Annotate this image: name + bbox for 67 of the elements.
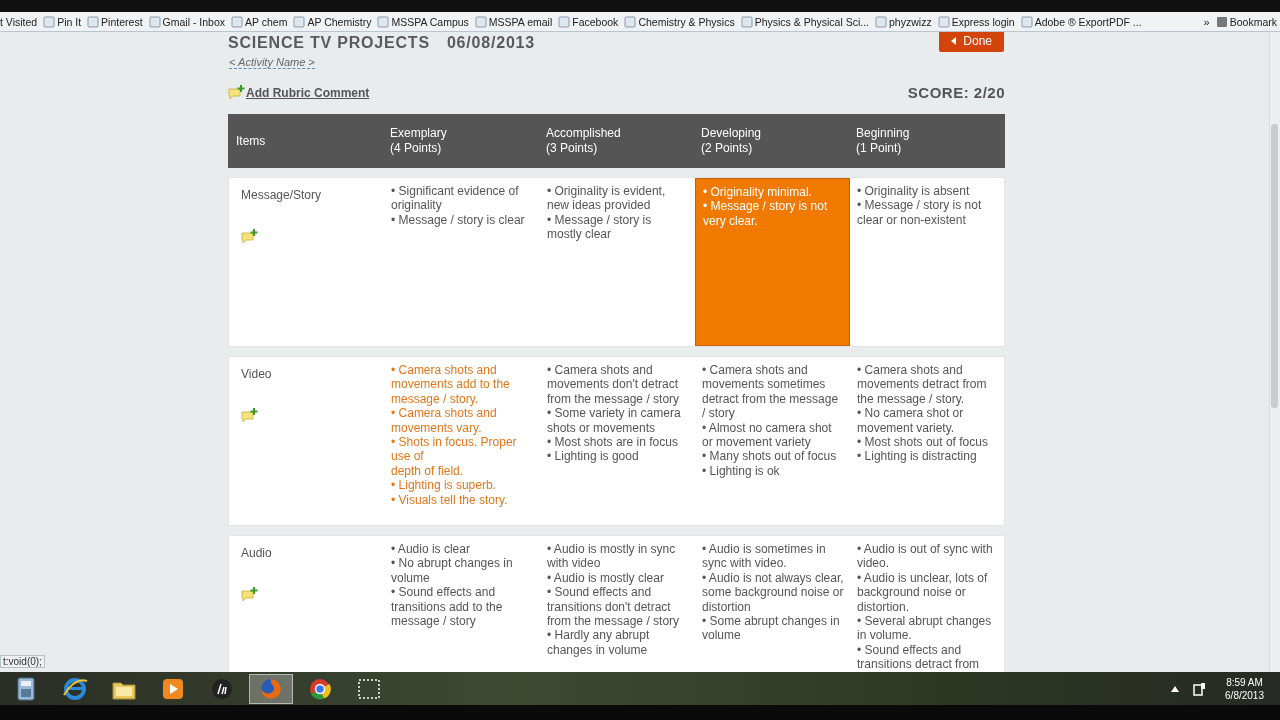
rubric-cell[interactable]: • Camera shots and movements detract from the message / story. • No camera shot or movement variety. • Most shots out of focus • Lighting is distracting [850,357,1006,525]
bookmark-link[interactable]: t Visited [0,15,41,28]
add-comment-icon[interactable] [241,228,259,244]
bookmark-link[interactable]: Physics & Physical Sci... [737,15,873,28]
bookmark-link[interactable]: Chemistry & Physics [621,15,738,28]
bookmark-link[interactable]: MSSPA email [471,15,556,28]
bookmark-link[interactable]: Facebook [555,15,622,28]
add-comment-icon[interactable] [228,84,246,100]
bookmark-link[interactable]: Gmail - Inbox [145,15,228,28]
column-points: (2 Points) [701,141,754,156]
page-icon [1020,15,1033,28]
item-name: Video [241,367,272,381]
item-name: Audio [241,546,272,560]
page-icon [377,15,390,28]
bookmark-link[interactable]: Pin It [40,15,85,28]
taskbar-button[interactable] [249,673,293,704]
rubric-cell[interactable]: • Significant evidence of originality • Message / story is clear [384,178,540,346]
rubric-cell[interactable]: • Audio is sometimes in sync with video. • Audio is not always clear, some background noise or distortion • Some abrupt changes in volume [695,536,850,672]
activity-name-link[interactable]: < Activity Name > [229,56,315,69]
page-icon [293,15,306,28]
page-icon [474,15,487,28]
column-heading: Items [236,133,267,149]
page-icon [740,15,753,28]
column-heading: Exemplary [390,126,448,141]
add-comment-icon[interactable] [241,586,259,602]
page-date: 06/08/2013 [446,34,535,52]
clock[interactable]: 8:59 AM 6/8/2013 [1225,675,1264,702]
rubric-cell[interactable]: • Audio is mostly in sync with video • Audio is mostly clear • Sound effects and transitions don't detract from the message / story • Hardly any abrupt changes in volume [540,536,695,672]
rubric-cell[interactable]: • Originality is absent • Message / story is not clear or non-existent [850,178,1006,346]
bookmark-link[interactable]: AP chem [228,15,291,28]
page-icon [875,15,888,28]
bookmark-link[interactable]: MSSPA Campus [374,15,472,28]
status-text: t:void(0); [0,655,45,668]
page-icon [43,15,56,28]
bookmark-link[interactable]: Express login [934,15,1018,28]
bookmark-link[interactable]: AP Chemistry [290,15,375,28]
show-hidden-icons-icon[interactable] [1171,685,1180,692]
column-points: (3 Points) [546,141,599,156]
page-title: SCIENCE TV PROJECTS [228,34,430,52]
caret-icon [951,37,958,45]
item-name: Message/Story [241,188,322,202]
column-points: (1 Point) [856,141,903,156]
page-icon [624,15,637,28]
done-button[interactable]: Done [939,32,1004,52]
score-text: SCORE: 2/20 [907,83,1005,101]
column-heading: Beginning [856,126,911,141]
bookmark-link[interactable]: Adobe ® ExportPDF ... [1017,15,1145,28]
rubric-cell[interactable]: • Camera shots and movements sometimes detract from the message / story • Almost no camera shot or movement variety • Many shots out of focus • Lighting is ok [695,357,850,525]
bookmark-link[interactable]: phyzwizz [872,15,935,28]
column-points: (4 Points) [390,141,443,156]
rubric-cell[interactable]: • Audio is clear • No abrupt changes in volume • Sound effects and transitions add to the message / story [384,536,540,672]
page-icon [231,15,243,28]
rubric-cell[interactable]: • Camera shots and movements don't detract from the message / story • Some variety in camera shots or movements • Most shots are in focus • Lighting is good [540,357,695,525]
page-icon [87,15,100,28]
add-comment-icon[interactable] [241,407,259,423]
page-icon [148,15,161,28]
rubric-cell[interactable]: • Audio is out of sync with video. • Audio is unclear, lots of background noise or distortion. • Several abrupt changes in volume. • Sound effects and transitions detract from [850,536,1006,672]
bookmark-link[interactable]: Pinterest [84,15,146,28]
add-rubric-comment-link[interactable]: Add Rubric Comment [228,84,370,100]
scrollbar[interactable] [1269,32,1280,672]
scrollbar-thumb[interactable] [1271,124,1278,408]
page-icon [558,15,571,28]
page-icon [937,15,950,28]
folder-icon [1215,15,1228,28]
column-heading: Accomplished [546,126,622,141]
column-heading: Developing [701,126,763,141]
rubric-cell[interactable]: • Originality is evident, new ideas provided • Message / story is mostly clear [540,178,695,346]
